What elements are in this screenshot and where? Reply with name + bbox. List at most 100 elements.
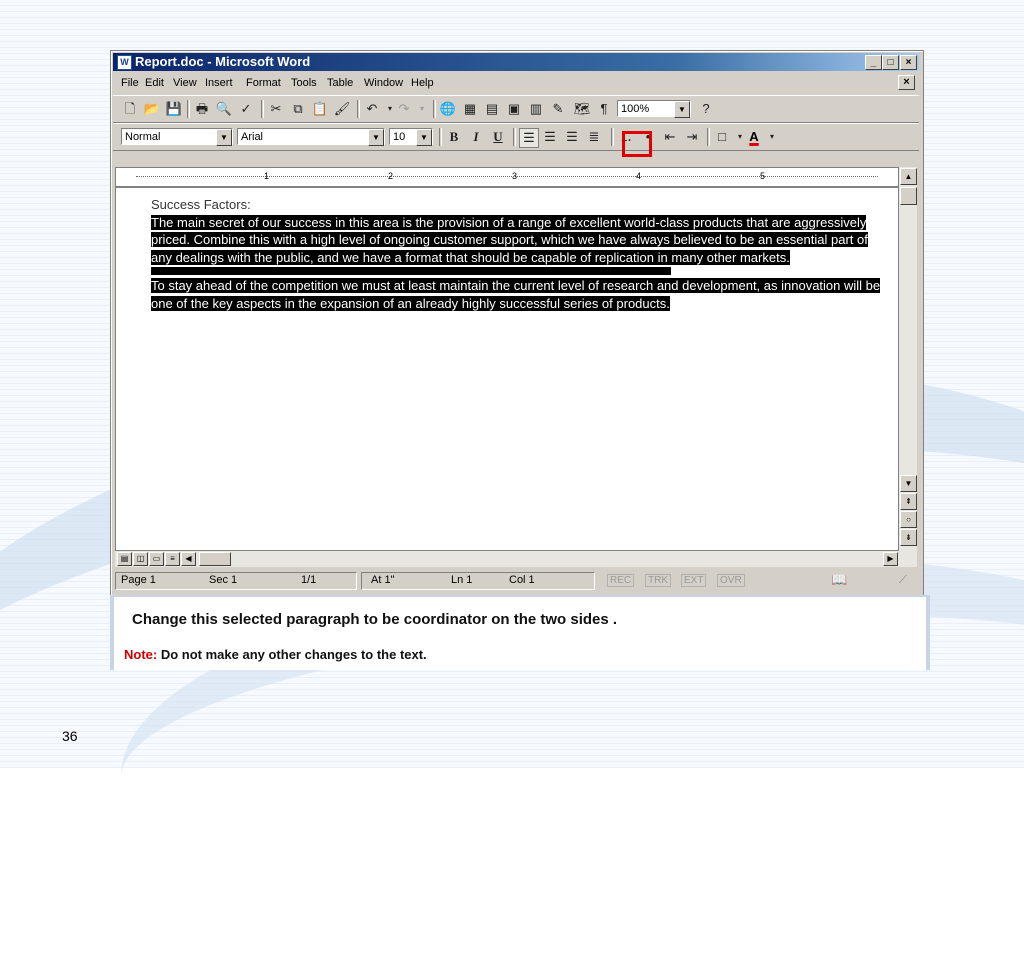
print-icon[interactable]: 🖶	[193, 100, 211, 118]
chevron-down-icon[interactable]: ▼	[416, 129, 432, 146]
menu-table[interactable]: Table	[327, 77, 353, 89]
scroll-left-icon[interactable]: ◀	[181, 552, 196, 566]
scroll-up-icon[interactable]: ▲	[900, 168, 917, 185]
spelling-icon[interactable]: ✓	[237, 100, 255, 118]
scroll-down-icon[interactable]: ▼	[900, 475, 917, 492]
new-icon[interactable]: 🗋	[121, 100, 139, 118]
chevron-down-icon[interactable]: ▼	[216, 129, 232, 146]
word-doc-icon[interactable]: W	[117, 55, 132, 70]
chevron-down-icon[interactable]: ▼	[368, 129, 384, 146]
drawing-icon[interactable]: ✎	[549, 100, 567, 118]
web-toolbar-icon[interactable]: 🌐	[439, 100, 457, 118]
underline-button[interactable]: U	[489, 128, 507, 146]
toolbar-separator	[357, 100, 360, 118]
print-preview-icon[interactable]: 🔍	[215, 100, 233, 118]
formatting-toolbar: Normal ▼ Arial ▼ 10 ▼ B I U ☰ ☰ ☰ ≣ ⒈ • …	[113, 123, 919, 151]
font-color-icon[interactable]: A	[745, 128, 763, 146]
ruler-number: 2	[388, 171, 394, 181]
minimize-button[interactable]: _	[865, 55, 882, 70]
align-left-icon[interactable]: ☰	[519, 128, 539, 148]
menu-view[interactable]: View	[173, 77, 197, 89]
insert-table-icon[interactable]: ▤	[483, 100, 501, 118]
print-layout-icon[interactable]: ▭	[149, 552, 164, 566]
horizontal-scroll-thumb[interactable]	[199, 552, 231, 566]
document-close-button[interactable]: ×	[898, 75, 915, 90]
redo-dropdown-icon[interactable]: ▾	[413, 100, 431, 118]
font-combo[interactable]: Arial ▼	[237, 128, 385, 146]
borders-icon[interactable]: □	[713, 128, 731, 146]
zoom-value: 100%	[621, 103, 650, 115]
open-icon[interactable]: 📂	[143, 100, 161, 118]
vertical-scrollbar[interactable]: ▲ ▼ ⇞ ○ ⇟	[899, 167, 917, 551]
scroll-right-icon[interactable]: ▶	[883, 552, 898, 566]
web-layout-icon[interactable]: ◫	[133, 552, 148, 566]
style-combo[interactable]: Normal ▼	[121, 128, 233, 146]
style-value: Normal	[125, 131, 161, 143]
status-bar: Page 1 Sec 1 1/1 At 1" Ln 1 Col 1 REC TR…	[115, 571, 917, 591]
status-ovr[interactable]: OVR	[717, 574, 745, 587]
status-pages: 1/1	[301, 574, 317, 586]
outline-view-icon[interactable]: ≡	[165, 552, 180, 566]
resize-grip-icon[interactable]: ⟋	[899, 574, 907, 587]
redo-icon[interactable]: ↷	[395, 100, 413, 118]
cut-icon[interactable]: ✂	[267, 100, 285, 118]
justify-highlight-box	[622, 131, 652, 157]
status-rec[interactable]: REC	[607, 574, 635, 587]
status-ext[interactable]: EXT	[681, 574, 707, 587]
font-color-dropdown-icon[interactable]: ▾	[763, 128, 781, 146]
slide-number: 36	[62, 728, 78, 744]
document-area[interactable]: Success Factors: The main secret of our …	[115, 187, 899, 551]
tables-borders-icon[interactable]: ▦	[461, 100, 479, 118]
save-icon[interactable]: 💾	[165, 100, 183, 118]
document-text[interactable]: Success Factors: The main secret of our …	[151, 196, 885, 312]
ruler-number: 4	[636, 171, 642, 181]
menu-insert[interactable]: Insert	[205, 77, 233, 89]
next-page-icon[interactable]: ⇟	[900, 529, 917, 546]
menu-file[interactable]: File	[121, 77, 139, 89]
font-size-combo[interactable]: 10 ▼	[389, 128, 433, 146]
format-painter-icon[interactable]: 🖌	[333, 100, 351, 118]
columns-icon[interactable]: ▥	[527, 100, 545, 118]
toolbar-separator	[433, 100, 436, 118]
align-right-icon[interactable]: ☰	[563, 128, 581, 146]
ruler-ticks	[136, 176, 878, 177]
spelling-status-icon[interactable]: 📖	[831, 572, 847, 588]
justify-icon[interactable]: ≣	[585, 128, 603, 146]
ruler-number: 3	[512, 171, 518, 181]
increase-indent-icon[interactable]: ⇥	[683, 128, 701, 146]
copy-icon[interactable]: ⧉	[289, 100, 307, 118]
horizontal-scrollbar[interactable]: ▤ ◫ ▭ ≡ ◀ ▶	[115, 551, 917, 567]
decrease-indent-icon[interactable]: ⇤	[661, 128, 679, 146]
menu-window[interactable]: Window	[364, 77, 403, 89]
paste-icon[interactable]: 📋	[311, 100, 329, 118]
previous-page-icon[interactable]: ⇞	[900, 493, 917, 510]
instruction-panel: Change this selected paragraph to be coo…	[110, 595, 930, 670]
italic-button[interactable]: I	[467, 128, 485, 146]
normal-view-icon[interactable]: ▤	[117, 552, 132, 566]
insert-excel-icon[interactable]: ▣	[505, 100, 523, 118]
ruler[interactable]: 1 2 3 4 5	[115, 167, 899, 187]
window-title: Report.doc - Microsoft Word	[135, 54, 311, 69]
menu-tools[interactable]: Tools	[291, 77, 317, 89]
status-trk[interactable]: TRK	[645, 574, 671, 587]
select-browse-object-icon[interactable]: ○	[900, 511, 917, 528]
selected-paragraph-1[interactable]: The main secret of our success in this a…	[151, 214, 868, 265]
scroll-thumb[interactable]	[900, 187, 917, 205]
title-bar[interactable]: W Report.doc - Microsoft Word _ □ ×	[113, 53, 919, 71]
menu-edit[interactable]: Edit	[145, 77, 164, 89]
instruction-text: Change this selected paragraph to be coo…	[132, 611, 618, 628]
menu-help[interactable]: Help	[411, 77, 434, 89]
menu-format[interactable]: Format	[246, 77, 281, 89]
selected-paragraph-2[interactable]: To stay ahead of the competition we must…	[151, 278, 881, 311]
align-center-icon[interactable]: ☰	[541, 128, 559, 146]
maximize-button[interactable]: □	[882, 55, 899, 70]
undo-icon[interactable]: ↶	[363, 100, 381, 118]
chevron-down-icon[interactable]: ▼	[674, 101, 690, 118]
selected-empty-line[interactable]	[151, 267, 671, 275]
close-button[interactable]: ×	[900, 55, 917, 70]
document-map-icon[interactable]: 🗺	[573, 100, 591, 118]
zoom-combo[interactable]: 100% ▼	[617, 100, 691, 118]
help-icon[interactable]: ?	[697, 100, 715, 118]
show-formatting-icon[interactable]: ¶	[595, 100, 613, 118]
bold-button[interactable]: B	[445, 128, 463, 146]
